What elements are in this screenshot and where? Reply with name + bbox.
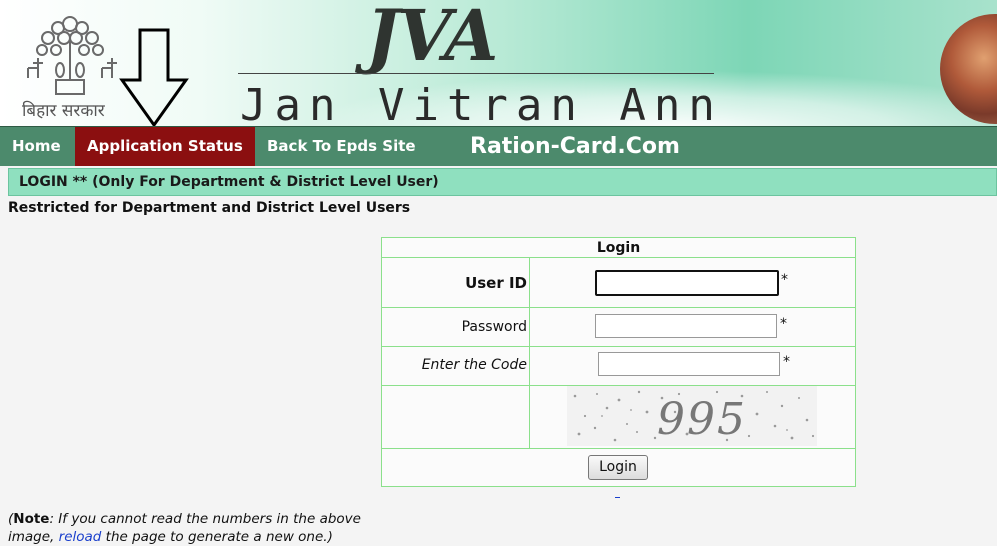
note-text-after: the page to generate a new one.) [101,529,333,545]
user-id-input[interactable] [595,270,779,296]
brand-divider [238,73,714,74]
captcha-text: 995 [657,394,747,445]
form-divider [382,307,855,308]
nav-application-status[interactable]: Application Status [75,127,255,166]
login-form-title: Login [596,240,641,256]
main-navbar: Home Application Status Back To Epds Sit… [0,126,997,166]
restricted-note: Restricted for Department and District L… [8,200,411,216]
reload-link[interactable]: reload [59,529,102,545]
captcha-code-input[interactable] [598,352,780,376]
watermark-text: Ration-Card.Com [470,134,680,159]
form-divider [382,448,855,449]
form-divider [382,257,855,258]
form-column-divider [529,257,530,448]
note-label: Note [13,511,50,527]
brand-logo: JVA [366,0,498,77]
blank-link[interactable] [615,497,620,498]
captcha-image: 995 [567,386,817,446]
required-marker: * [781,272,788,288]
user-id-label: User ID [465,274,527,292]
header-banner: बिहार सरकार JVA Jan Vitran Ann [0,0,997,126]
govt-label: बिहार सरकार [22,101,105,121]
nav-home[interactable]: Home [0,127,73,166]
enter-code-label: Enter the Code [421,357,527,373]
down-arrow-icon [119,28,189,126]
password-input[interactable] [595,314,777,338]
password-label: Password [461,319,527,335]
login-heading: LOGIN ** (Only For Department & District… [19,174,439,190]
required-marker: * [780,316,787,332]
login-form: Login User ID * Password * Enter the Cod… [381,237,856,487]
nav-back-to-epds[interactable]: Back To Epds Site [255,127,428,166]
form-divider [382,346,855,347]
required-marker: * [783,354,790,370]
login-button[interactable]: Login [588,455,648,480]
footer-note: (Note: If you cannot read the numbers in… [8,510,378,546]
bihar-govt-emblem-icon [27,16,117,95]
brand-name: Jan Vitran Ann [240,80,723,126]
login-heading-bar: LOGIN ** (Only For Department & District… [8,168,997,196]
